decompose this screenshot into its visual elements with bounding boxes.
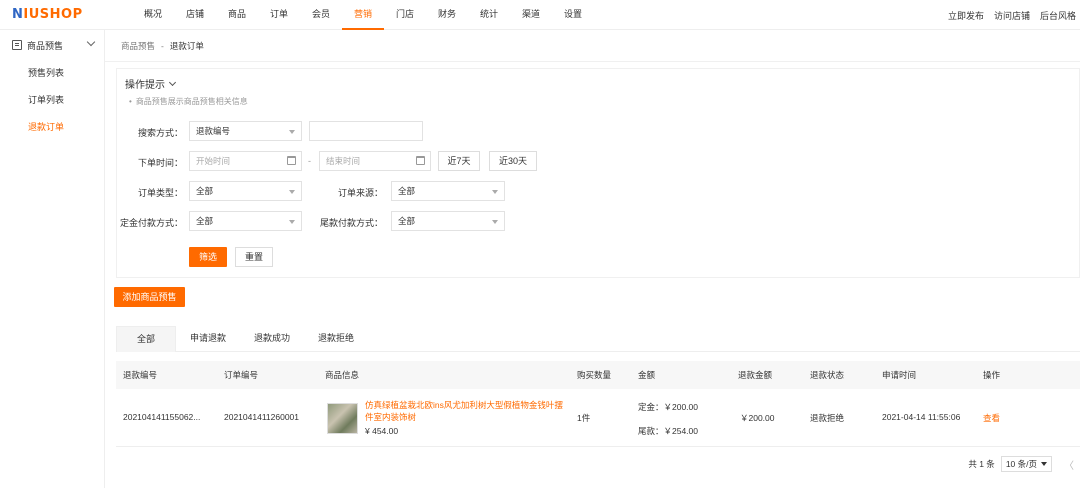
view-link[interactable]: 查看 (983, 412, 1000, 424)
caret-down-icon (289, 220, 295, 224)
nav-finance[interactable]: 财务 (426, 0, 468, 30)
nav-goods[interactable]: 商品 (216, 0, 258, 30)
filter-button[interactable]: 筛选 (189, 247, 227, 267)
top-navbar: NIUSHOP 概况 店铺 商品 订单 会员 营销 门店 财务 统计 渠道 设置… (0, 0, 1080, 30)
col-action: 操作 (983, 370, 1001, 380)
deposit-amount: 定金：￥200.00 (638, 402, 698, 412)
nav-marketing[interactable]: 营销 (342, 0, 384, 30)
deposit-pay-label: 定金付款方式： (119, 218, 183, 228)
col-goods-info: 商品信息 (325, 370, 360, 380)
filter-form: 搜索方式： 退款编号 下单时间： 开始时间 - 结束时间 近7天 近30天 订单… (116, 110, 1080, 278)
nav-order[interactable]: 订单 (258, 0, 300, 30)
add-presale-button[interactable]: 添加商品预售 (114, 287, 185, 307)
order-time-label: 下单时间： (137, 158, 183, 168)
tab-apply-refund[interactable]: 申请退款 (176, 326, 240, 352)
last-7-days-button[interactable]: 近7天 (438, 151, 480, 171)
nav-overview[interactable]: 概况 (132, 0, 174, 30)
niushop-logo[interactable]: NIUSHOP (12, 7, 83, 22)
caret-down-icon (492, 190, 498, 194)
col-quantity: 购买数量 (577, 370, 612, 380)
search-type-select[interactable]: 退款编号 (189, 121, 302, 141)
col-refund-status: 退款状态 (810, 370, 845, 380)
total-count: 共 1 条 (968, 459, 995, 469)
top-right-links: 立即发布 访问店铺 后台风格 (948, 0, 1076, 30)
sidebar-item-presale-list[interactable]: 预售列表 (0, 60, 104, 87)
page-size-select[interactable]: 10 条/页 (1000, 456, 1052, 472)
col-refund-amount: 退款金额 (738, 370, 773, 380)
order-type-select[interactable]: 全部 (189, 181, 302, 201)
tab-all[interactable]: 全部 (116, 326, 177, 352)
refund-status: 退款拒绝 (810, 413, 845, 423)
operation-tips: 操作提示 商品预售展示商品预售相关信息 (116, 68, 1080, 110)
caret-down-icon (289, 130, 295, 134)
nav-channel[interactable]: 渠道 (510, 0, 552, 30)
date-range-dash: - (308, 156, 311, 166)
tab-refund-rejected[interactable]: 退款拒绝 (304, 326, 368, 352)
table-row: 202104141155062... 2021041411260001 仿真绿植… (116, 389, 1080, 447)
tips-title: 操作提示 (125, 80, 165, 91)
pagination: 共 1 条 10 条/页 〈 (968, 456, 1074, 472)
caret-down-icon (492, 220, 498, 224)
nav-store[interactable]: 门店 (384, 0, 426, 30)
sidebar-section-label: 商品预售 (27, 40, 64, 51)
final-pay-select[interactable]: 全部 (391, 211, 505, 231)
reset-button[interactable]: 重置 (235, 247, 273, 267)
caret-down-icon (289, 190, 295, 194)
final-pay-label: 尾款付款方式： (319, 218, 383, 228)
sidebar: 商品预售 预售列表 订单列表 退款订单 (0, 30, 105, 488)
apply-time: 2021-04-14 11:55:06 (882, 412, 961, 422)
final-amount: 尾款：￥254.00 (638, 426, 698, 436)
sidebar-item-refund-orders[interactable]: 退款订单 (0, 114, 104, 141)
chevron-down-icon (168, 78, 177, 86)
nav-member[interactable]: 会员 (300, 0, 342, 30)
sidebar-section-presale[interactable]: 商品预售 (0, 30, 104, 60)
deposit-pay-select[interactable]: 全部 (189, 211, 302, 231)
col-amount: 金额 (638, 370, 656, 380)
status-tabs: 全部 申请退款 退款成功 退款拒绝 (116, 326, 1080, 352)
calendar-icon (416, 156, 425, 165)
search-input[interactable] (309, 121, 423, 141)
order-source-label: 订单来源： (337, 188, 383, 198)
table-header: 退款编号 订单编号 商品信息 购买数量 金额 退款金额 退款状态 申请时间 操作 (116, 361, 1080, 389)
goods-price: ¥ 454.00 (365, 426, 399, 436)
tips-toggle[interactable]: 操作提示 (125, 76, 1079, 91)
order-no: 2021041411260001 (224, 412, 300, 422)
col-refund-no: 退款编号 (123, 370, 158, 380)
order-type-label: 订单类型： (137, 188, 183, 198)
main-nav: 概况 店铺 商品 订单 会员 营销 门店 财务 统计 渠道 设置 (132, 0, 594, 30)
calendar-icon (287, 156, 296, 165)
refund-amount: ￥200.00 (740, 413, 775, 423)
quantity: 1件 (577, 413, 591, 423)
refund-no: 202104141155062... (123, 412, 201, 422)
goods-name-link[interactable]: 仿真绿植盆栽北欧ins风尤加利树大型假植物金钱叶摆件室内装饰树 (365, 399, 565, 423)
breadcrumb: 商品预售 - 退款订单 (105, 30, 1080, 62)
nav-settings[interactable]: 设置 (552, 0, 594, 30)
breadcrumb-parent[interactable]: 商品预售 (121, 40, 155, 52)
order-source-select[interactable]: 全部 (391, 181, 505, 201)
tab-refund-success[interactable]: 退款成功 (240, 326, 304, 352)
breadcrumb-separator: - (161, 40, 164, 51)
sidebar-item-order-list[interactable]: 订单列表 (0, 87, 104, 114)
chevron-down-icon (86, 37, 96, 47)
col-apply-time: 申请时间 (882, 370, 917, 380)
col-order-no: 订单编号 (224, 370, 259, 380)
publish-now-link[interactable]: 立即发布 (948, 9, 984, 22)
nav-stats[interactable]: 统计 (468, 0, 510, 30)
nav-shop[interactable]: 店铺 (174, 0, 216, 30)
admin-style-link[interactable]: 后台风格 (1040, 9, 1076, 22)
presale-icon (12, 40, 22, 50)
search-type-label: 搜索方式： (137, 128, 183, 138)
breadcrumb-current: 退款订单 (169, 40, 204, 51)
prev-page-button[interactable]: 〈 (1064, 457, 1074, 472)
caret-down-icon (1041, 462, 1047, 466)
last-30-days-button[interactable]: 近30天 (489, 151, 537, 171)
goods-thumbnail[interactable] (327, 403, 358, 434)
visit-shop-link[interactable]: 访问店铺 (994, 9, 1030, 22)
start-time-input[interactable]: 开始时间 (189, 151, 302, 171)
tips-description: 商品预售展示商品预售相关信息 (125, 96, 1079, 107)
end-time-input[interactable]: 结束时间 (319, 151, 431, 171)
